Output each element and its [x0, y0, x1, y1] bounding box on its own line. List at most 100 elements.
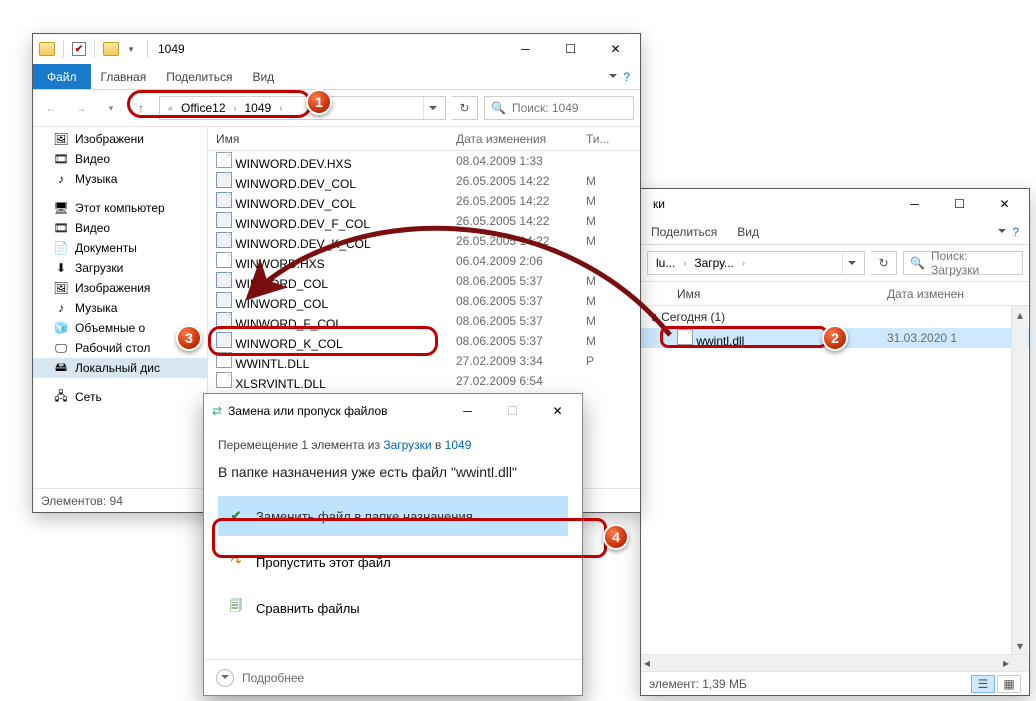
ribbon-collapse[interactable]: ?	[988, 219, 1029, 244]
source-link[interactable]: Загрузки	[383, 438, 431, 452]
nav-item[interactable]: 🖵Рабочий стол	[33, 338, 207, 358]
col-name[interactable]: Имя	[669, 287, 879, 301]
file-type: M	[578, 194, 618, 208]
nav-item[interactable]: 🖴Локальный дис	[33, 358, 207, 378]
nav-item[interactable]: ♪Музыка	[33, 169, 207, 189]
close-button[interactable]: ✕	[535, 397, 580, 425]
minimize-button[interactable]: ─	[445, 397, 490, 425]
col-name[interactable]: Имя	[208, 132, 448, 146]
file-date: 26.05.2005 14:22	[448, 194, 578, 208]
file-row[interactable]: WINWORD.DEV.HXS08.04.2009 1:33	[208, 151, 640, 171]
more-details[interactable]: Подробнее	[242, 671, 304, 685]
column-headers[interactable]: Имя Дата изменен	[641, 282, 1029, 306]
close-button[interactable]: ✕	[593, 35, 638, 63]
chevron-right-icon[interactable]: ›	[232, 103, 239, 113]
history-dropdown[interactable]: ▾	[99, 96, 123, 120]
tab-view[interactable]: Вид	[242, 64, 284, 89]
expand-button[interactable]	[216, 669, 234, 687]
col-modified[interactable]: Дата изменения	[448, 132, 578, 146]
view-details-button[interactable]: ☰	[971, 675, 995, 693]
file-row[interactable]: WINWORD.DEV_K_COL26.05.2005 14:22M	[208, 231, 640, 251]
qat-button[interactable]: ✔	[72, 42, 86, 56]
cube-icon: 🧊	[53, 320, 69, 336]
file-row[interactable]: WINWORD_K_COL08.06.2005 5:37M	[208, 331, 640, 351]
tab-share[interactable]: Поделиться	[641, 219, 727, 244]
scroll-up-icon[interactable]: ▴	[1012, 306, 1028, 323]
close-button[interactable]: ✕	[982, 190, 1027, 218]
option-compare[interactable]: 🗐 Сравнить файлы	[218, 588, 568, 628]
ribbon-collapse[interactable]: ?	[599, 64, 640, 89]
scrollbar-horizontal[interactable]: ◂ ▸	[641, 654, 1029, 671]
compare-icon: 🗐	[226, 598, 246, 618]
minimize-button[interactable]: ─	[892, 190, 937, 218]
col-modified[interactable]: Дата изменен	[879, 287, 999, 301]
maximize-button[interactable]: ☐	[937, 190, 982, 218]
address-dropdown[interactable]	[423, 97, 441, 119]
nav-item[interactable]: 🖧Сеть	[33, 387, 207, 407]
refresh-button[interactable]: ↻	[871, 251, 897, 275]
tab-home[interactable]: Главная	[91, 64, 157, 89]
nav-item[interactable]: 🧊Объемные о	[33, 318, 207, 338]
nav-item[interactable]: ♪Музыка	[33, 298, 207, 318]
file-row[interactable]: WINWORD.HXS06.04.2009 2:06	[208, 251, 640, 271]
scroll-down-icon[interactable]: ▾	[1012, 637, 1028, 654]
navigation-pane[interactable]: 🖼Изображени🎞Видео♪Музыка🖥Этот компьютер🎞…	[33, 127, 208, 488]
option-skip[interactable]: ↷ Пропустить этот файл	[218, 542, 568, 582]
refresh-button[interactable]: ↻	[452, 96, 478, 120]
breadcrumb[interactable]: Загру...	[690, 252, 738, 274]
nav-item[interactable]: 📄Документы	[33, 238, 207, 258]
titlebar[interactable]: ✔ ▾ 1049 ─ ☐ ✕	[33, 34, 640, 64]
file-row[interactable]: WINWORD_COL08.06.2005 5:37M	[208, 271, 640, 291]
breadcrumb[interactable]: Office12	[177, 97, 229, 119]
file-row[interactable]: WWINTL.DLL27.02.2009 3:34Р	[208, 351, 640, 371]
column-headers[interactable]: Имя Дата изменения Ти...	[208, 127, 640, 151]
tab-file[interactable]: Файл	[33, 64, 91, 89]
file-row[interactable]: WINWORD_F_COL08.06.2005 5:37M	[208, 311, 640, 331]
address-bar[interactable]: lu...› Загру...›	[647, 251, 865, 275]
address-bar[interactable]: « Office12 › 1049 ›	[159, 96, 446, 120]
forward-button[interactable]: →	[69, 96, 93, 120]
nav-item[interactable]: 🎞Видео	[33, 218, 207, 238]
chevron-right-icon[interactable]: ›	[681, 258, 688, 268]
breadcrumb[interactable]: lu...	[652, 252, 679, 274]
group-header[interactable]: ∨ Сегодня (1)	[641, 306, 1029, 328]
option-replace[interactable]: ✔ Заменить файл в папке назначения	[218, 496, 568, 536]
target-link[interactable]: 1049	[445, 438, 472, 452]
file-row[interactable]: WINWORD.DEV_COL26.05.2005 14:22M	[208, 171, 640, 191]
search-box[interactable]: 🔍 Поиск: Загрузки	[903, 251, 1023, 275]
nav-item[interactable]: 🖼Изображения	[33, 278, 207, 298]
file-row[interactable]: WINWORD.DEV_COL26.05.2005 14:22M	[208, 191, 640, 211]
file-row[interactable]: WINWORD_COL08.06.2005 5:37M	[208, 291, 640, 311]
tab-share[interactable]: Поделиться	[156, 64, 242, 89]
scrollbar-vertical[interactable]: ▴ ▾	[1011, 306, 1028, 654]
tab-view[interactable]: Вид	[727, 219, 769, 244]
back-button[interactable]: ←	[39, 96, 63, 120]
breadcrumb[interactable]: 1049	[241, 97, 276, 119]
nav-item[interactable]: ⬇Загрузки	[33, 258, 207, 278]
help-icon[interactable]: ?	[623, 70, 630, 84]
file-row[interactable]: WINWORD.DEV_F_COL26.05.2005 14:22M	[208, 211, 640, 231]
file-row[interactable]: XLSRVINTL.DLL27.02.2009 6:54	[208, 371, 640, 391]
nav-item[interactable]: 🖼Изображени	[33, 129, 207, 149]
chevron-right-icon[interactable]: ›	[740, 258, 747, 268]
col-type[interactable]: Ти...	[578, 132, 618, 146]
up-button[interactable]: ↑	[129, 96, 153, 120]
help-icon[interactable]: ?	[1012, 225, 1019, 239]
file-row[interactable]: wwintl.dll31.03.2020 1	[641, 328, 1029, 348]
maximize-button[interactable]: ☐	[548, 35, 593, 63]
file-type: Р	[578, 354, 618, 368]
search-box[interactable]: 🔍 Поиск: 1049	[484, 96, 634, 120]
minimize-button[interactable]: ─	[503, 35, 548, 63]
replace-or-skip-dialog: ⇄ Замена или пропуск файлов ─ ☐ ✕ Переме…	[203, 393, 583, 696]
pictures-icon: 🖼	[53, 280, 69, 296]
address-dropdown[interactable]	[842, 252, 860, 274]
view-icons-button[interactable]: ▦	[997, 675, 1021, 693]
option-label: Заменить файл в папке назначения	[256, 509, 473, 524]
dialog-titlebar[interactable]: ⇄ Замена или пропуск файлов ─ ☐ ✕	[204, 394, 582, 428]
qat-dropdown[interactable]: ▾	[123, 41, 139, 57]
chevron-right-icon[interactable]: ›	[277, 103, 284, 113]
nav-item[interactable]: 🖥Этот компьютер	[33, 198, 207, 218]
titlebar[interactable]: ки ─ ☐ ✕	[641, 189, 1029, 219]
file-name: wwintl.dll	[693, 334, 744, 348]
nav-item[interactable]: 🎞Видео	[33, 149, 207, 169]
